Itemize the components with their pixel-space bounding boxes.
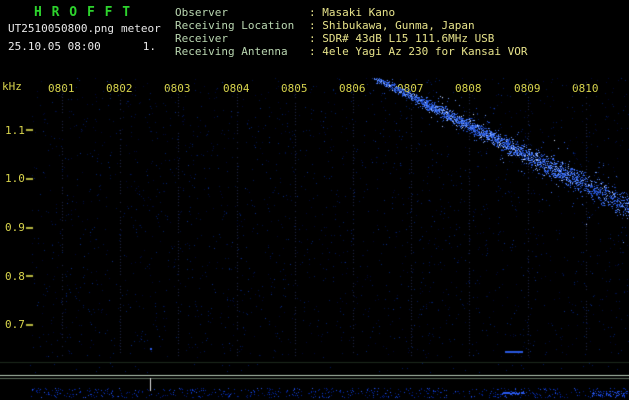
info-row-observer: Observer : Masaki Kano [175, 6, 528, 19]
time-label: 0809 [514, 82, 541, 95]
freq-unit-label: kHz [2, 80, 22, 93]
mode-label: meteor [120, 22, 161, 35]
info-label: Receiver [175, 32, 228, 45]
time-label: 0804 [223, 82, 250, 95]
freq-tick-label: 1.1 [5, 124, 25, 137]
info-label: Receiving Location [175, 19, 295, 32]
freq-tick-label: 1.0 [5, 172, 25, 185]
time-label: 0806 [339, 82, 366, 95]
time-label: 0808 [455, 82, 482, 95]
file-line: UT2510050800.png meteor [8, 22, 161, 35]
app-title: H R O F F T [34, 5, 132, 20]
freq-tick-label: 0.7 [5, 318, 25, 331]
info-value: : 4ele Yagi Az 230 for Kansai VOR [309, 45, 528, 58]
freq-tick-label: 0.8 [5, 270, 25, 283]
date-line: 25.10.05 08:00 1. [8, 40, 156, 53]
info-label: Receiving Antenna [175, 45, 288, 58]
time-label: 0801 [48, 82, 75, 95]
info-value: : SDR# 43dB L15 111.6MHz USB [309, 32, 495, 45]
time-label: 0803 [164, 82, 191, 95]
info-label: Observer [175, 6, 228, 19]
spectrogram-canvas [0, 0, 629, 400]
info-row-location: Receiving Location : Shibukawa, Gunma, Ja… [175, 19, 528, 32]
info-value: : Masaki Kano [309, 6, 396, 19]
filename: UT2510050800.png [8, 22, 114, 35]
page-indicator: 1. [142, 40, 156, 53]
freq-tick-label: 0.9 [5, 221, 25, 234]
time-label: 0807 [397, 82, 424, 95]
hrofft-screen: H R O F F T UT2510050800.png meteor 25.10… [0, 0, 629, 400]
info-value: : Shibukawa, Gunma, Japan [309, 19, 475, 32]
info-row-antenna: Receiving Antenna : 4ele Yagi Az 230 for … [175, 45, 528, 58]
station-info: Observer : Masaki Kano Receiving Location… [175, 6, 528, 58]
time-label: 0810 [572, 82, 599, 95]
info-row-receiver: Receiver : SDR# 43dB L15 111.6MHz USB [175, 32, 528, 45]
datetime: 25.10.05 08:00 [8, 40, 101, 53]
time-label: 0805 [281, 82, 308, 95]
time-label: 0802 [106, 82, 133, 95]
